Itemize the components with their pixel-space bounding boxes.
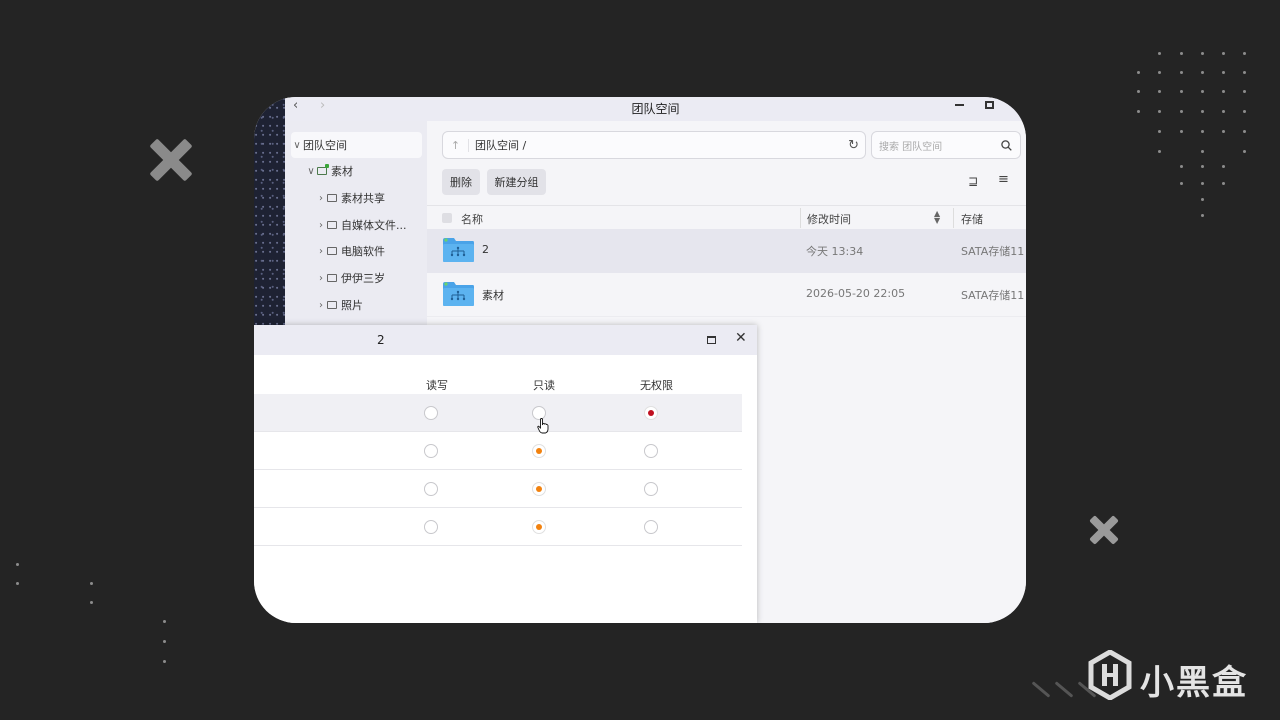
user-permission-icon[interactable]: ⊒ [968,174,978,188]
search-icon[interactable] [1001,140,1012,151]
decorative-x-left [149,138,193,182]
sidebar-item-material[interactable]: ∨ 素材 [305,158,353,184]
sidebar-item-label: 照片 [341,299,363,312]
folder-icon [327,301,337,309]
row-name: 2 [482,243,489,256]
column-divider [800,208,801,228]
column-modified[interactable]: 修改时间 [807,211,851,227]
screenshot-card: ‹ › 团队空间 ∨ 团队空间 ∨ 素材 › 素材共享 › 自媒体文件... › [254,97,1026,623]
column-read-write: 读写 [426,379,448,392]
sidebar: ∨ 团队空间 ∨ 素材 › 素材共享 › 自媒体文件... › 电脑软件 › 伊… [285,121,427,327]
radio-read-write[interactable] [424,520,438,534]
column-read-only: 只读 [533,379,555,392]
sidebar-item-team-space[interactable]: ∨ 团队空间 [291,132,422,158]
shared-folder-icon [317,164,329,175]
up-arrow-icon[interactable]: ↑ [443,138,469,152]
column-storage[interactable]: 存储 [961,211,983,227]
folder-icon [327,221,337,229]
radio-read-only[interactable] [532,444,546,458]
sidebar-item-label: 团队空间 [303,139,347,152]
path-bar[interactable]: ↑ 团队空间 / ↻ [442,131,866,159]
sort-icon[interactable]: ▲ ▼ [934,210,940,225]
row-modified: 今天 13:34 [806,245,864,258]
maximize-icon[interactable] [985,101,994,109]
radio-no-access[interactable] [644,406,658,420]
list-header: 名称 修改时间 ▲ ▼ 存储 [427,205,1026,229]
radio-no-access[interactable] [644,520,658,534]
path-text: 团队空间 / [475,139,527,152]
team-folder-icon [443,238,474,262]
dialog-titlebar: 2 ✕ [254,325,757,355]
search-placeholder: 搜索 团队空间 [879,141,943,153]
row-storage: SATA存储11 [961,245,1025,258]
row-modified: 2026-05-20 22:05 [806,287,906,300]
team-folder-icon [443,282,474,306]
radio-read-only[interactable] [532,520,546,534]
folder-icon [327,274,337,282]
watermark-text: 小黑盒 [1140,663,1248,703]
radio-read-only[interactable] [532,482,546,496]
dialog-title: 2 [377,333,385,347]
sidebar-item-photos[interactable]: › 照片 [315,292,363,318]
minimize-icon[interactable] [955,104,964,106]
window-title: 团队空间 [631,102,680,116]
chevron-right-icon[interactable]: › [315,220,327,231]
delete-button[interactable]: 删除 [442,169,480,195]
sidebar-item-media-files[interactable]: › 自媒体文件... [315,212,407,238]
sidebar-item-label: 伊伊三岁 [341,272,385,285]
sidebar-item-pc-software[interactable]: › 电脑软件 [315,238,385,264]
chevron-right-icon[interactable]: › [315,246,327,257]
chevron-right-icon[interactable]: › [315,193,327,204]
permission-row [254,508,742,546]
sidebar-item-label: 素材共享 [341,192,385,205]
sidebar-item-label: 自媒体文件... [341,219,407,232]
chevron-down-icon[interactable]: ∨ [291,140,303,151]
sidebar-item-label: 素材 [331,165,353,178]
folder-icon [327,194,337,202]
sidebar-item-material-share[interactable]: › 素材共享 [315,185,385,211]
sidebar-item-label: 电脑软件 [341,245,385,258]
radio-no-access[interactable] [644,482,658,496]
refresh-icon[interactable]: ↻ [848,138,859,153]
table-row[interactable]: 素材 2026-05-20 22:05 SATA存储11 [427,273,1026,317]
watermark-logo [1088,649,1132,701]
radio-read-write[interactable] [424,482,438,496]
permission-row [254,394,742,434]
column-no-access: 无权限 [640,379,673,392]
chevron-right-icon[interactable]: › [315,273,327,284]
column-divider [953,208,954,228]
radio-read-write[interactable] [424,444,438,458]
radio-no-access[interactable] [644,444,658,458]
permission-row [254,470,742,508]
table-row[interactable]: 2 今天 13:34 SATA存储11 [427,229,1026,273]
sidebar-item-yiyi[interactable]: › 伊伊三岁 [315,265,385,291]
window-titlebar: ‹ › 团队空间 [285,97,1026,121]
row-name: 素材 [482,289,504,302]
list-view-icon[interactable]: ≡ [998,172,1009,187]
column-name[interactable]: 名称 [461,211,483,227]
decorative-x-right [1082,508,1126,552]
permission-dialog: 2 ✕ 读写 只读 无权限 [254,325,757,623]
folder-icon [327,247,337,255]
new-group-button[interactable]: 新建分组 [487,169,546,195]
chevron-right-icon[interactable]: › [315,300,327,311]
radio-read-write[interactable] [424,406,438,420]
row-storage: SATA存储11 [961,289,1025,302]
select-all-checkbox[interactable] [442,213,452,223]
permission-row [254,432,742,470]
chevron-down-icon[interactable]: ∨ [305,166,317,177]
close-icon[interactable]: ✕ [735,330,747,346]
search-input[interactable]: 搜索 团队空间 [871,131,1021,159]
wallpaper-strip [254,97,285,327]
maximize-icon[interactable] [707,336,716,344]
